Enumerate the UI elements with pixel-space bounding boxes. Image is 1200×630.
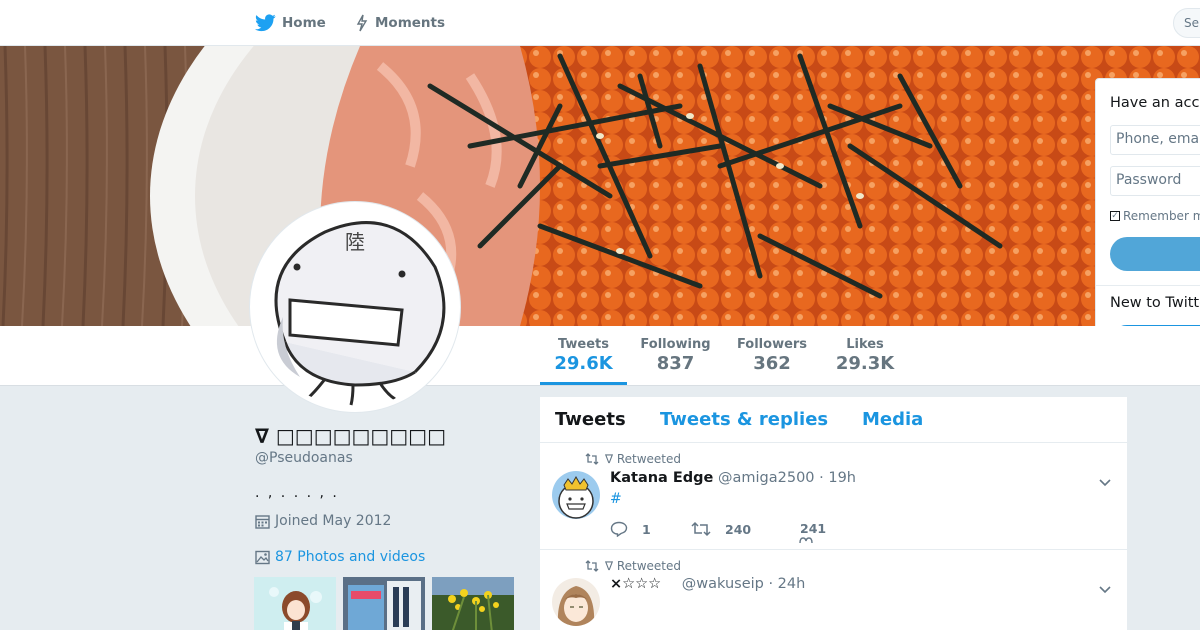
media-thumbnail[interactable] — [432, 577, 514, 630]
remember-me[interactable]: ✓ Remember me — [1110, 209, 1200, 223]
retweet-icon — [585, 560, 599, 572]
login-username-field[interactable]: Phone, email or username — [1110, 125, 1200, 155]
nav-home[interactable]: Home — [255, 0, 326, 46]
stat-likes[interactable]: Likes 29.3K — [832, 337, 898, 374]
profile-handle[interactable]: @Pseudoanas — [255, 450, 353, 466]
stat-followers-label: Followers — [736, 337, 808, 352]
retweet-indicator: ∇ Retweeted — [585, 452, 681, 466]
like-count: 241 — [800, 521, 827, 536]
tweet-avatar[interactable] — [552, 578, 600, 626]
lightning-icon — [356, 14, 368, 32]
photos-videos-label: 87 Photos and videos — [275, 549, 426, 565]
active-stat-indicator — [540, 382, 627, 385]
stat-following-value: 837 — [656, 353, 695, 374]
tab-media[interactable]: Media — [862, 409, 923, 430]
nav-moments-label: Moments — [375, 15, 446, 31]
photos-videos-link[interactable]: 87 Photos and videos — [255, 549, 425, 565]
profile-stats-bar: Tweets 29.6K Following 837 Followers 362… — [0, 326, 1200, 386]
tweet-author-handle[interactable]: @amiga2500 — [718, 470, 815, 486]
image-icon — [255, 550, 270, 564]
tweet-header: Katana Edge @amiga2500 · 19h — [610, 470, 856, 486]
retweet-indicator: ∇ Retweeted — [585, 559, 681, 573]
tweet-timestamp[interactable]: · 24h — [768, 576, 805, 592]
tweet-timestamp[interactable]: · 19h — [819, 470, 856, 486]
avatar-kanji: 陸 — [345, 230, 365, 254]
timeline-tabs: Tweets Tweets & replies Media — [540, 397, 1127, 443]
retweet-count: 240 — [725, 521, 752, 537]
retweet-icon — [585, 453, 599, 465]
tweet-author-handle[interactable]: @wakuseip — [682, 576, 764, 592]
profile-banner — [0, 46, 1200, 326]
timeline: Tweets Tweets & replies Media ∇ Retweete… — [540, 397, 1127, 630]
tweet-author-name[interactable]: ×☆☆☆ — [610, 576, 661, 592]
heart-icon[interactable] — [798, 537, 828, 543]
retweet-icon — [691, 521, 711, 537]
stat-following[interactable]: Following 837 — [637, 337, 714, 374]
stat-tweets[interactable]: Tweets 29.6K — [540, 337, 627, 374]
new-to-twitter: New to Twitter? — [1110, 295, 1200, 311]
remember-checkbox[interactable]: ✓ — [1110, 211, 1120, 221]
search-input[interactable]: Se — [1173, 8, 1200, 38]
profile-bio: . , . . . , . — [255, 485, 339, 501]
calendar-icon — [255, 514, 270, 529]
tweet-text[interactable]: # — [610, 491, 622, 507]
login-divider — [1096, 285, 1200, 286]
login-title: Have an account? — [1110, 95, 1200, 111]
chevron-down-icon[interactable] — [1098, 580, 1112, 599]
tweet-item[interactable]: ∇ Retweeted ×☆☆☆ @wakuseip · 24h — [540, 550, 1127, 630]
stat-likes-value: 29.3K — [835, 353, 895, 374]
nav-moments[interactable]: Moments — [355, 0, 445, 46]
retweet-text: ∇ Retweeted — [605, 452, 682, 466]
stat-tweets-label: Tweets — [557, 337, 610, 352]
stat-following-label: Following — [640, 337, 711, 352]
stat-tweets-value: 29.6K — [554, 353, 613, 374]
reply-action[interactable]: 1 — [610, 521, 651, 537]
stat-followers[interactable]: Followers 362 — [732, 337, 812, 374]
twitter-bird-icon — [255, 14, 276, 32]
retweet-action[interactable]: 240 — [691, 521, 751, 537]
reply-icon — [610, 521, 628, 537]
remember-label: Remember me — [1123, 209, 1200, 223]
media-thumbnail[interactable] — [254, 577, 336, 630]
tweet-item[interactable]: ∇ Retweeted Katana Edge @amiga2500 · 19h… — [540, 443, 1127, 550]
reply-count: 1 — [642, 521, 651, 537]
profile-avatar[interactable]: 陸 — [250, 202, 460, 412]
media-thumbnail[interactable] — [343, 577, 425, 630]
tweet-avatar[interactable] — [552, 471, 600, 519]
like-action[interactable]: 241 — [800, 521, 826, 536]
chevron-down-icon[interactable] — [1098, 473, 1112, 492]
profile-display-name[interactable]: ∇ □□□□□□□□□ — [255, 424, 446, 448]
stat-followers-value: 362 — [753, 353, 791, 374]
stat-likes-label: Likes — [846, 337, 884, 352]
tweet-header: ×☆☆☆ @wakuseip · 24h — [610, 576, 805, 592]
tab-tweets-replies[interactable]: Tweets & replies — [660, 409, 828, 430]
tab-tweets[interactable]: Tweets — [555, 409, 626, 430]
retweet-text: ∇ Retweeted — [605, 559, 682, 573]
tweet-author-name[interactable]: Katana Edge — [610, 470, 713, 486]
profile-joined-text: Joined May 2012 — [275, 513, 392, 529]
login-button[interactable] — [1110, 237, 1200, 271]
nav-home-label: Home — [282, 15, 326, 31]
profile-joined: Joined May 2012 — [255, 513, 391, 529]
login-password-field[interactable]: Password — [1110, 166, 1200, 196]
top-navigation: Home Moments Se — [0, 0, 1200, 46]
